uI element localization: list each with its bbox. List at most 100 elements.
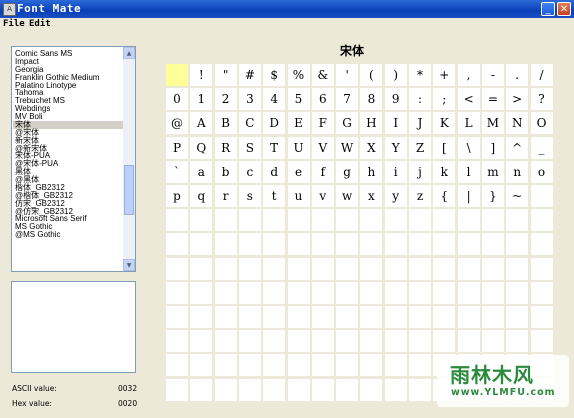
glyph-cell[interactable]: X — [360, 136, 383, 159]
glyph-cell[interactable]: N — [506, 112, 529, 135]
glyph-cell[interactable] — [263, 378, 286, 401]
scroll-thumb[interactable] — [124, 165, 134, 215]
glyph-cell[interactable] — [457, 209, 480, 232]
glyph-cell[interactable] — [190, 257, 213, 280]
glyph-cell[interactable]: < — [457, 88, 480, 111]
glyph-cell[interactable]: ] — [481, 136, 504, 159]
glyph-cell[interactable] — [409, 281, 431, 304]
glyph-cell[interactable]: \ — [457, 136, 480, 159]
glyph-cell[interactable] — [190, 330, 213, 353]
glyph-cell[interactable]: ^ — [506, 136, 529, 159]
glyph-cell[interactable] — [409, 378, 431, 401]
glyph-cell[interactable]: 9 — [384, 88, 407, 111]
glyph-cell[interactable] — [311, 354, 334, 377]
glyph-cell[interactable] — [166, 209, 188, 232]
glyph-cell[interactable]: Z — [409, 136, 431, 159]
glyph-cell[interactable]: = — [481, 88, 504, 111]
glyph-cell[interactable]: v — [311, 185, 334, 207]
glyph-cell[interactable] — [214, 209, 237, 232]
glyph-cell[interactable] — [263, 306, 286, 328]
glyph-cell[interactable] — [506, 330, 529, 353]
glyph-cell[interactable]: t — [263, 185, 286, 207]
glyph-cell[interactable] — [360, 330, 383, 353]
glyph-cell[interactable]: q — [190, 185, 213, 207]
glyph-cell[interactable]: L — [457, 112, 480, 135]
glyph-cell[interactable] — [190, 354, 213, 377]
glyph-cell[interactable] — [311, 233, 334, 256]
glyph-cell[interactable] — [360, 233, 383, 256]
glyph-cell[interactable]: R — [214, 136, 237, 159]
glyph-cell[interactable] — [311, 330, 334, 353]
glyph-cell[interactable] — [336, 330, 359, 353]
glyph-cell[interactable] — [263, 330, 286, 353]
glyph-cell[interactable]: r — [214, 185, 237, 207]
glyph-cell[interactable]: p — [166, 185, 188, 207]
glyph-cell[interactable] — [433, 209, 456, 232]
glyph-cell[interactable]: f — [311, 160, 334, 183]
glyph-cell[interactable]: Q — [190, 136, 213, 159]
glyph-cell[interactable] — [166, 354, 188, 377]
glyph-cell[interactable]: 5 — [287, 88, 310, 111]
glyph-cell[interactable]: | — [457, 185, 480, 207]
glyph-cell[interactable]: : — [409, 88, 431, 111]
glyph-cell[interactable] — [190, 281, 213, 304]
close-button[interactable]: ✕ — [557, 2, 571, 16]
glyph-cell[interactable]: c — [238, 160, 261, 183]
glyph-cell[interactable] — [190, 233, 213, 256]
glyph-cell[interactable]: & — [311, 64, 334, 86]
glyph-cell[interactable]: ? — [530, 88, 553, 111]
glyph-cell[interactable]: - — [481, 64, 504, 86]
glyph-cell[interactable]: % — [287, 64, 310, 86]
glyph-cell[interactable] — [311, 378, 334, 401]
glyph-cell[interactable]: O — [530, 112, 553, 135]
glyph-cell[interactable]: $ — [263, 64, 286, 86]
glyph-cell[interactable]: C — [238, 112, 261, 135]
glyph-cell[interactable]: , — [457, 64, 480, 86]
glyph-cell[interactable] — [166, 64, 188, 86]
glyph-cell[interactable]: x — [360, 185, 383, 207]
glyph-cell[interactable] — [457, 281, 480, 304]
glyph-cell[interactable] — [360, 257, 383, 280]
glyph-cell[interactable]: ( — [360, 64, 383, 86]
glyph-cell[interactable] — [263, 233, 286, 256]
glyph-cell[interactable] — [506, 233, 529, 256]
glyph-cell[interactable] — [287, 233, 310, 256]
glyph-cell[interactable]: ~ — [506, 185, 529, 207]
glyph-cell[interactable]: I — [384, 112, 407, 135]
glyph-cell[interactable] — [238, 209, 261, 232]
glyph-cell[interactable] — [530, 281, 553, 304]
glyph-cell[interactable]: B — [214, 112, 237, 135]
glyph-cell[interactable]: b — [214, 160, 237, 183]
glyph-cell[interactable] — [481, 330, 504, 353]
glyph-cell[interactable] — [457, 233, 480, 256]
glyph-cell[interactable] — [263, 209, 286, 232]
glyph-cell[interactable]: s — [238, 185, 261, 207]
glyph-cell[interactable]: 6 — [311, 88, 334, 111]
glyph-cell[interactable]: * — [409, 64, 431, 86]
glyph-cell[interactable]: A — [190, 112, 213, 135]
glyph-cell[interactable] — [409, 257, 431, 280]
glyph-cell[interactable] — [287, 257, 310, 280]
glyph-cell[interactable] — [287, 354, 310, 377]
glyph-cell[interactable]: M — [481, 112, 504, 135]
glyph-cell[interactable]: n — [506, 160, 529, 183]
glyph-cell[interactable] — [190, 306, 213, 328]
glyph-cell[interactable]: ' — [336, 64, 359, 86]
glyph-cell[interactable] — [384, 306, 407, 328]
glyph-cell[interactable] — [457, 330, 480, 353]
glyph-cell[interactable] — [384, 281, 407, 304]
menu-file[interactable]: File — [3, 19, 25, 29]
glyph-cell[interactable] — [433, 281, 456, 304]
font-list-scrollbar[interactable]: ▲ ▼ — [123, 47, 135, 271]
glyph-cell[interactable] — [409, 354, 431, 377]
glyph-cell[interactable]: E — [287, 112, 310, 135]
glyph-cell[interactable] — [287, 281, 310, 304]
glyph-cell[interactable] — [214, 306, 237, 328]
glyph-cell[interactable] — [481, 281, 504, 304]
glyph-cell[interactable] — [457, 257, 480, 280]
glyph-cell[interactable]: ` — [166, 160, 188, 183]
glyph-cell[interactable] — [530, 257, 553, 280]
glyph-cell[interactable]: d — [263, 160, 286, 183]
glyph-cell[interactable] — [409, 233, 431, 256]
glyph-cell[interactable] — [238, 257, 261, 280]
